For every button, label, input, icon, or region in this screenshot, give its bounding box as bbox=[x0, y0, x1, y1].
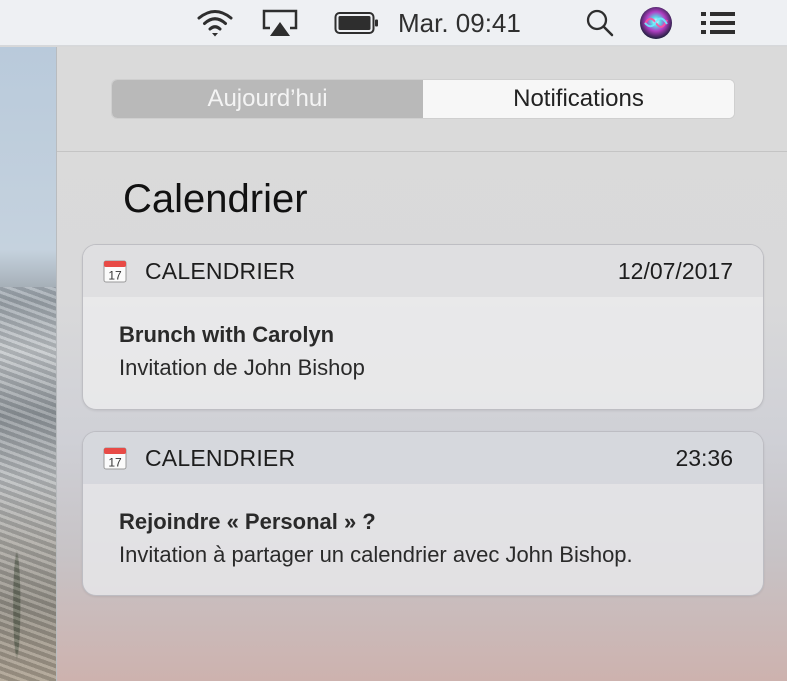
notification-center-icon bbox=[701, 12, 735, 34]
view-switcher: Aujourd’hui Notifications bbox=[111, 79, 735, 119]
menu-bar: Mar. 09:41 bbox=[0, 0, 787, 46]
battery-menu[interactable] bbox=[330, 0, 384, 46]
notification-card[interactable]: 17 CALENDRIER 12/07/2017 Brunch with Car… bbox=[82, 244, 764, 410]
airplay-icon bbox=[262, 9, 298, 36]
wifi-menu[interactable] bbox=[193, 0, 237, 46]
notification-subtitle: Invitation à partager un calendrier avec… bbox=[119, 542, 633, 567]
notification-center-panel: Aujourd’hui Notifications Calendrier 17 … bbox=[56, 47, 787, 681]
notification-title: Brunch with Carolyn bbox=[119, 322, 335, 347]
section-title: Calendrier bbox=[123, 177, 308, 221]
calendar-icon: 17 bbox=[103, 446, 127, 470]
header-divider bbox=[57, 151, 787, 152]
notification-time: 12/07/2017 bbox=[617, 257, 733, 284]
desktop-wallpaper bbox=[0, 47, 56, 681]
notification-app-name: CALENDRIER bbox=[145, 444, 296, 471]
calendar-icon-day: 17 bbox=[108, 269, 122, 283]
notification-card[interactable]: 17 CALENDRIER 23:36 Rejoindre « Personal… bbox=[82, 431, 764, 596]
spotlight-button[interactable] bbox=[580, 0, 620, 46]
menu-clock[interactable]: Mar. 09:41 bbox=[398, 0, 538, 46]
calendar-icon-day: 17 bbox=[108, 456, 122, 470]
notification-header: 17 CALENDRIER 23:36 bbox=[83, 432, 763, 484]
notification-time: 23:36 bbox=[675, 444, 733, 471]
battery-icon bbox=[334, 12, 378, 34]
siri-button[interactable] bbox=[636, 0, 676, 46]
siri-icon bbox=[640, 7, 672, 39]
tab-notifications[interactable]: Notifications bbox=[423, 80, 734, 118]
spotlight-search-icon bbox=[586, 9, 614, 37]
notification-subtitle: Invitation de John Bishop bbox=[119, 355, 365, 380]
tab-today[interactable]: Aujourd’hui bbox=[112, 80, 423, 118]
notification-title: Rejoindre « Personal » ? bbox=[119, 509, 376, 534]
notification-body: Brunch with Carolyn Invitation de John B… bbox=[83, 297, 763, 385]
notification-body: Rejoindre « Personal » ? Invitation à pa… bbox=[83, 484, 763, 572]
notification-header: 17 CALENDRIER 12/07/2017 bbox=[83, 245, 763, 297]
notification-center-button[interactable] bbox=[694, 0, 742, 46]
calendar-icon: 17 bbox=[103, 259, 127, 283]
airplay-menu[interactable] bbox=[258, 0, 302, 46]
notification-app-name: CALENDRIER bbox=[145, 257, 296, 284]
wifi-icon bbox=[197, 10, 233, 37]
